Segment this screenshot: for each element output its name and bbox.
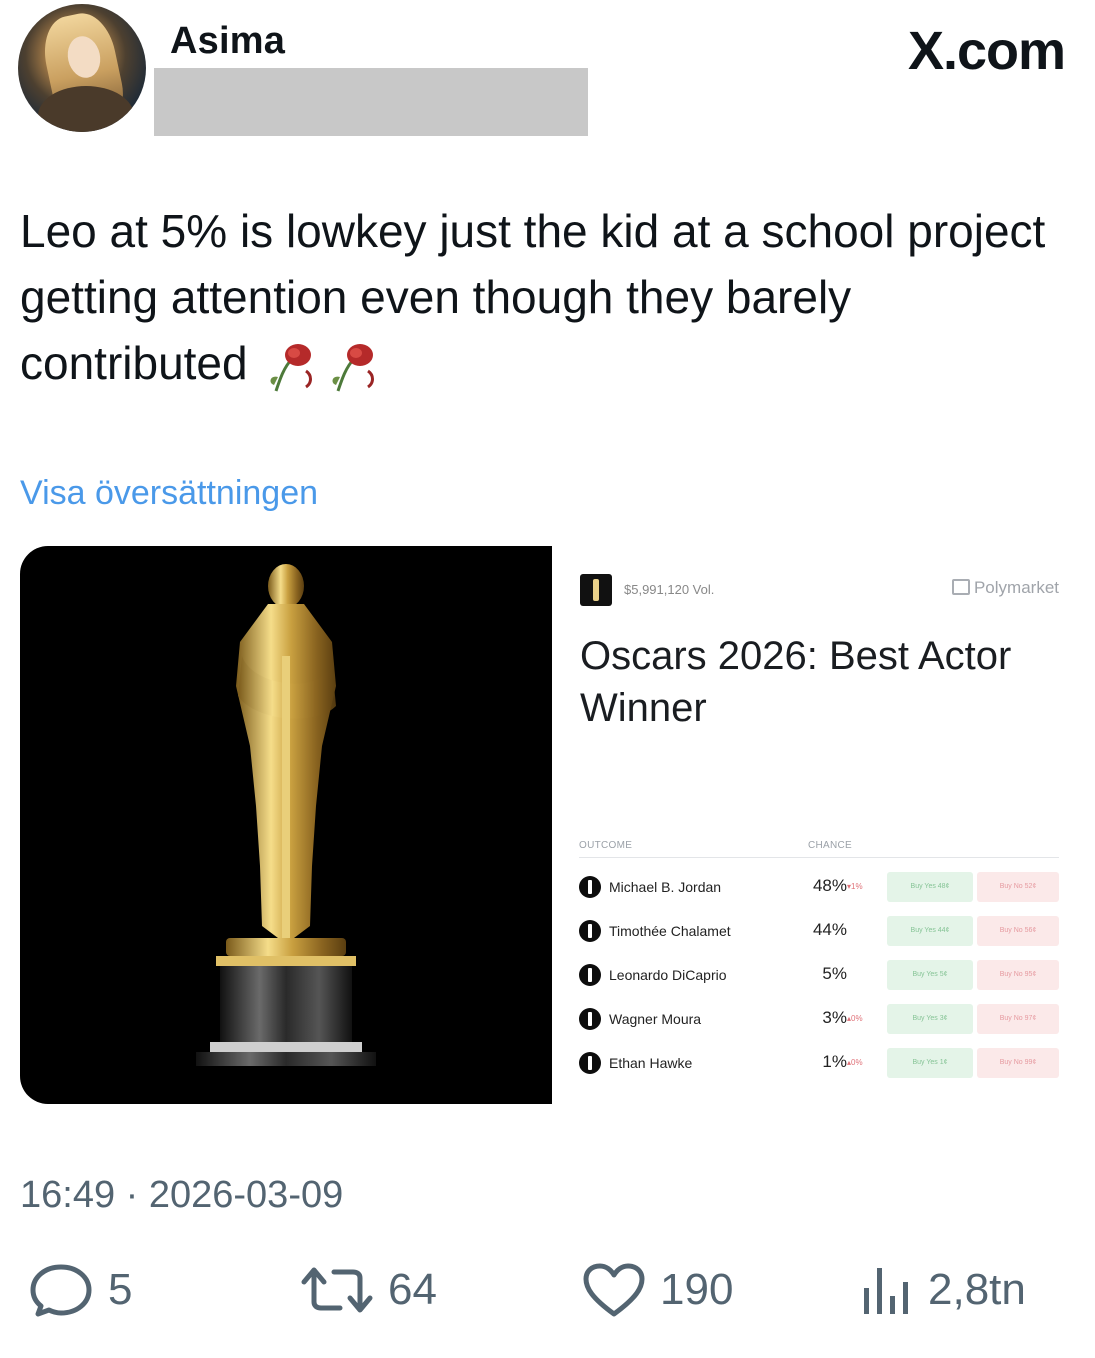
oscar-icon [579,1008,601,1030]
outcome-name: Ethan Hawke [609,1055,693,1071]
outcome-delta: ▾1% [847,882,863,891]
buy-yes-button: Buy Yes 3¢ [887,1004,973,1034]
polymarket-brand: Polymarket [951,578,1059,598]
polymarket-brand-label: Polymarket [973,578,1059,597]
outcome-name: Timothée Chalamet [609,923,731,939]
buy-yes-button: Buy Yes 44¢ [887,916,973,946]
repost-count: 64 [388,1265,437,1314]
author-display-name[interactable]: Asima [170,20,285,63]
buy-yes-button: Buy Yes 48¢ [887,872,973,902]
column-header-outcome: OUTCOME [579,840,633,851]
reply-count: 5 [108,1265,133,1314]
buy-no-button: Buy No 52¢ [977,872,1059,902]
redacted-handle [154,68,588,136]
outcome-delta: ▴0% [847,1014,863,1023]
outcome-name: Michael B. Jordan [609,879,722,895]
translate-link[interactable]: Visa översättningen [20,474,318,513]
outcome-chance: 3% [822,1008,847,1027]
reply-button[interactable]: 5 [28,1262,132,1318]
outcome-chance: 44% [812,920,847,939]
outcome-row: Leonardo DiCaprio 5% Buy Yes 5¢ Buy No 9… [579,960,1059,990]
tweet-timestamp[interactable]: 16:49 · 2026-03-09 [20,1174,343,1217]
outcome-row: Wagner Moura 3% ▴0% Buy Yes 3¢ Buy No 97… [579,1004,1059,1034]
wilted-rose-icon [332,343,375,392]
like-count: 190 [660,1265,734,1314]
media-image-oscar-statue[interactable] [20,546,552,1104]
outcome-row: Timothée Chalamet 44% Buy Yes 44¢ Buy No… [579,916,1059,946]
media-image-polymarket-card[interactable]: $5,991,120 Vol. Polymarket Oscars 2026: … [552,546,1075,1104]
avatar[interactable] [18,4,146,132]
outcome-row: Michael B. Jordan 48% ▾1% Buy Yes 48¢ Bu… [579,872,1059,902]
oscar-icon [579,920,601,942]
oscar-icon [579,876,601,898]
buy-yes-button: Buy Yes 5¢ [887,960,973,990]
views-icon [864,1268,908,1314]
column-header-chance: CHANCE [808,840,853,851]
outcome-name: Leonardo DiCaprio [609,967,727,983]
site-logo: X.com [907,21,1066,81]
like-button[interactable]: 190 [582,1262,733,1318]
buy-yes-button: Buy Yes 1¢ [887,1048,973,1078]
buy-no-button: Buy No 99¢ [977,1048,1059,1078]
buy-no-button: Buy No 95¢ [977,960,1059,990]
repost-icon [301,1267,373,1313]
market-title: Oscars 2026: Best Actor Winner [580,634,1012,730]
polymarket-logo-icon [951,579,970,595]
repost-button[interactable]: 64 [300,1262,437,1318]
oscar-icon [579,964,601,986]
reply-icon [30,1264,92,1317]
outcome-row: Ethan Hawke 1% ▴0% Buy Yes 1¢ Buy No 99¢ [579,1048,1059,1078]
oscar-statue-image [196,564,376,1066]
market-icon [580,574,612,606]
tweet-text-body: Leo at 5% is lowkey just the kid at a sc… [20,205,1046,389]
tweet-text: Leo at 5% is lowkey just the kid at a sc… [20,198,1080,396]
buy-no-button: Buy No 97¢ [977,1004,1059,1034]
heart-icon [583,1263,645,1317]
buy-no-button: Buy No 56¢ [977,916,1059,946]
outcome-name: Wagner Moura [609,1011,702,1027]
header-divider [579,857,1059,858]
outcome-chance: 1% [822,1052,847,1071]
outcome-chance: 48% [812,876,847,895]
outcome-delta: ▴0% [847,1058,863,1067]
market-volume: $5,991,120 Vol. [624,582,715,597]
wilted-rose-icon [270,343,313,392]
oscar-icon [579,1052,601,1074]
views-count: 2,8tn [928,1265,1026,1314]
views-button[interactable]: 2,8tn [858,1262,1026,1318]
outcome-chance: 5% [822,964,847,983]
